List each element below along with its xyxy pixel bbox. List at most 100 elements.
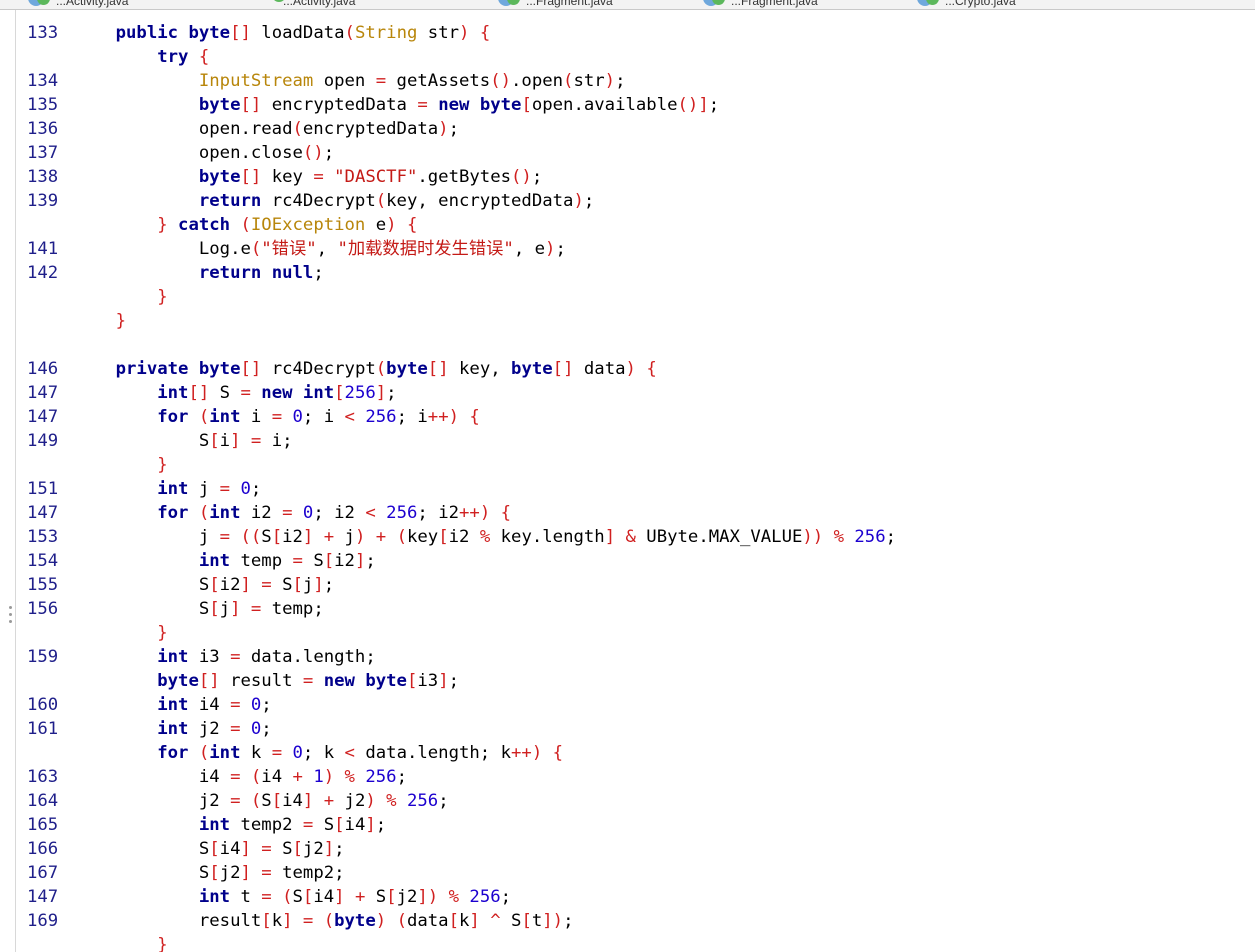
editor-tab[interactable]: ...Crypto.java	[917, 0, 1067, 8]
editor-tab[interactable]: ...Activity.java	[255, 0, 405, 8]
code-token: ;	[885, 527, 897, 547]
code-token: }	[157, 287, 168, 307]
code-line[interactable]: 135 byte[] encryptedData = new byte[open…	[15, 93, 1255, 117]
code-line[interactable]: } catch (IOException e) {	[15, 213, 1255, 237]
code-line[interactable]: 138 byte[] key = "DASCTF".getBytes();	[15, 165, 1255, 189]
code-token: data.length; k	[354, 743, 512, 763]
code-line[interactable]: 147 int[] S = new int[256];	[15, 381, 1255, 405]
code-line[interactable]: 161 int j2 = 0;	[15, 717, 1255, 741]
code-text: j = ((S[i2] + j) + (key[i2 % key.length]…	[74, 525, 896, 549]
line-number: 147	[27, 383, 59, 403]
code-line[interactable]: byte[] result = new byte[i3];	[15, 669, 1255, 693]
code-token: ]	[334, 887, 345, 907]
code-editor[interactable]: 133 public byte[] loadData(String str) {…	[15, 10, 1255, 952]
code-token: rc4Decrypt	[261, 191, 376, 211]
line-number: 165	[27, 815, 59, 835]
code-line[interactable]: for (int k = 0; k < data.length; k++) {	[15, 741, 1255, 765]
resize-handle-icon[interactable]	[9, 606, 13, 628]
code-token: byte	[365, 671, 407, 691]
editor-tab[interactable]: ...Fragment.java	[703, 0, 853, 8]
line-number: 142	[27, 263, 59, 283]
code-token: (	[198, 503, 210, 523]
code-line[interactable]: }	[15, 933, 1255, 952]
code-token: 1	[313, 767, 324, 787]
code-token: (	[375, 359, 387, 379]
code-token: for	[157, 407, 189, 427]
code-line[interactable]: 147 int t = (S[i4] + S[j2]) % 256;	[15, 885, 1255, 909]
code-text: open.read(encryptedData);	[74, 117, 459, 141]
code-line[interactable]: 149 S[i] = i;	[15, 429, 1255, 453]
code-line[interactable]: }	[15, 309, 1255, 333]
code-token: []	[240, 359, 262, 379]
code-token: ;	[334, 839, 345, 859]
code-text: }	[74, 285, 168, 309]
code-line[interactable]: 151 int j = 0;	[15, 477, 1255, 501]
code-line[interactable]: 156 S[j] = temp;	[15, 597, 1255, 621]
code-line[interactable]	[15, 333, 1255, 357]
code-token: S	[209, 383, 241, 403]
code-token: ;	[531, 167, 543, 187]
code-token: =	[282, 503, 293, 523]
code-token: "错误"	[261, 239, 317, 259]
code-token: [	[521, 95, 532, 115]
code-token: <	[344, 407, 355, 427]
code-token: rc4Decrypt	[261, 359, 376, 379]
code-line[interactable]: try {	[15, 45, 1255, 69]
code-token: result	[219, 671, 303, 691]
code-token: k	[271, 911, 283, 931]
code-line[interactable]: 139 return rc4Decrypt(key, encryptedData…	[15, 189, 1255, 213]
code-line[interactable]: 167 S[j2] = temp2;	[15, 861, 1255, 885]
code-line[interactable]: 147 for (int i = 0; i < 256; i++) {	[15, 405, 1255, 429]
code-text: public byte[] loadData(String str) {	[74, 21, 491, 45]
code-token: key	[261, 167, 314, 187]
editor-tab[interactable]: ...Activity.java	[28, 0, 178, 8]
code-line[interactable]: 153 j = ((S[i2] + j) + (key[i2 % key.len…	[15, 525, 1255, 549]
code-line[interactable]: 133 public byte[] loadData(String str) {	[15, 21, 1255, 45]
code-line[interactable]: }	[15, 285, 1255, 309]
code-line[interactable]: 147 for (int i2 = 0; i2 < 256; i2++) {	[15, 501, 1255, 525]
code-line[interactable]: 165 int temp2 = S[i4];	[15, 813, 1255, 837]
code-line[interactable]: 136 open.read(encryptedData);	[15, 117, 1255, 141]
code-line[interactable]: 137 open.close();	[15, 141, 1255, 165]
code-line[interactable]: 164 j2 = (S[i4] + j2) % 256;	[15, 789, 1255, 813]
code-token: =	[271, 743, 283, 763]
code-token: ^	[490, 911, 501, 931]
code-line[interactable]: 154 int temp = S[i2];	[15, 549, 1255, 573]
code-token: 256	[365, 407, 397, 427]
code-line[interactable]: 160 int i4 = 0;	[15, 693, 1255, 717]
code-line[interactable]: 159 int i3 = data.length;	[15, 645, 1255, 669]
code-text: for (int i = 0; i < 256; i++) {	[74, 405, 480, 429]
code-line[interactable]: 169 result[k] = (byte) (data[k] ^ S[t]);	[15, 909, 1255, 933]
code-token: getAssets	[386, 71, 491, 91]
code-token: (	[323, 911, 335, 931]
code-line[interactable]: }	[15, 453, 1255, 477]
code-line[interactable]: 146 private byte[] rc4Decrypt(byte[] key…	[15, 357, 1255, 381]
code-line[interactable]: }	[15, 621, 1255, 645]
code-token: )	[604, 71, 616, 91]
code-token: S	[365, 887, 387, 907]
code-line[interactable]: 134 InputStream open = getAssets().open(…	[15, 69, 1255, 93]
code-line[interactable]: 155 S[i2] = S[j];	[15, 573, 1255, 597]
code-line[interactable]: 142 return null;	[15, 261, 1255, 285]
code-token: ,	[316, 239, 338, 259]
editor-tab[interactable]: ...Fragment.java	[498, 0, 648, 8]
code-line[interactable]: 166 S[i4] = S[j2];	[15, 837, 1255, 861]
code-line[interactable]: 163 i4 = (i4 + 1) % 256;	[15, 765, 1255, 789]
code-line[interactable]: 141 Log.e("错误", "加载数据时发生错误", e);	[15, 237, 1255, 261]
